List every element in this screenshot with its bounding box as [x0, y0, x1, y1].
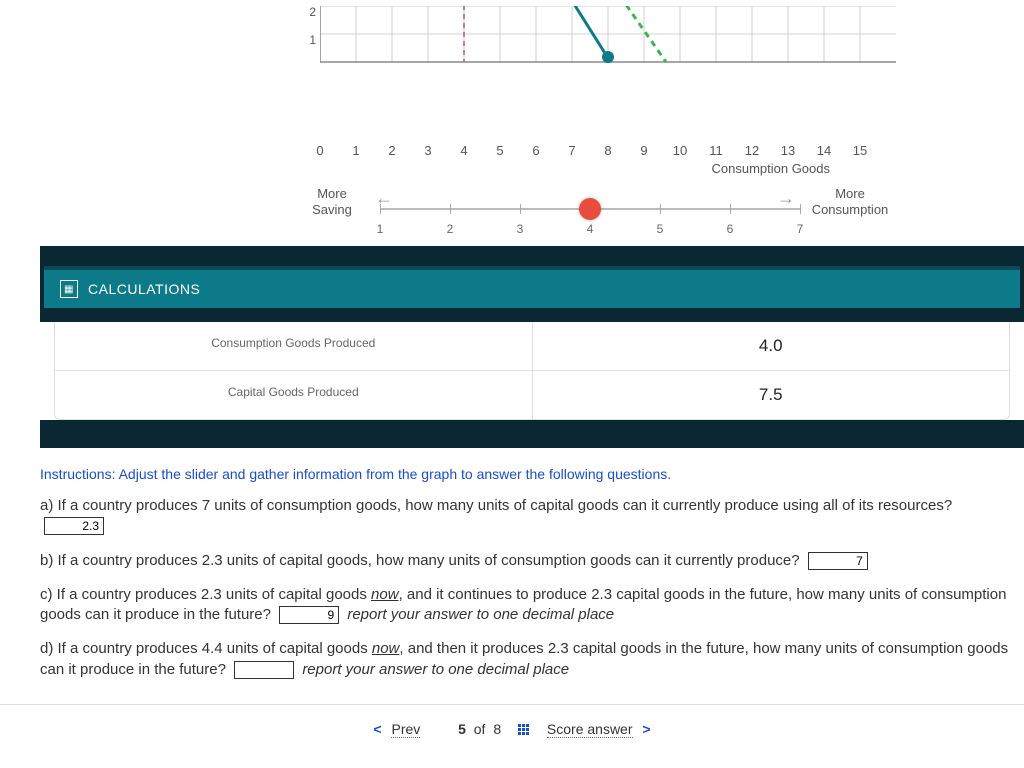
x-axis-ticks: 0 1 2 3 4 5 6 7 8 9 10 11 12 13 14 15 — [302, 143, 878, 158]
calculations-title: CALCULATIONS — [88, 281, 200, 297]
x-tick: 7 — [554, 143, 590, 158]
slider-thumb[interactable] — [579, 198, 601, 220]
x-tick: 2 — [374, 143, 410, 158]
x-tick: 15 — [842, 143, 878, 158]
y-tick: 1 — [302, 34, 316, 62]
x-tick: 1 — [338, 143, 374, 158]
x-tick: 8 — [590, 143, 626, 158]
arrow-right-icon: → — [777, 188, 795, 209]
slider-tick-label: 3 — [517, 222, 524, 236]
now-underline: now — [372, 640, 400, 657]
chevron-right-icon[interactable]: > — [636, 721, 656, 737]
x-axis-label: Consumption Goods — [711, 161, 830, 176]
table-row: Capital Goods Produced 7.5 — [55, 371, 1009, 419]
footer-nav: < Prev 5 of 8 Score answer > — [0, 704, 1024, 753]
page-current: 5 — [458, 721, 466, 737]
x-tick: 5 — [482, 143, 518, 158]
question-d-note: report your answer to one decimal place — [302, 661, 569, 678]
calc-value: 4.0 — [533, 322, 1010, 370]
now-underline: now — [371, 586, 399, 603]
question-b-text: b) If a country produces 2.3 units of ca… — [40, 552, 800, 569]
calc-label: Capital Goods Produced — [55, 371, 533, 419]
chart-svg — [320, 6, 896, 96]
x-tick: 3 — [410, 143, 446, 158]
slider-left-label: MoreSaving — [302, 186, 362, 218]
y-axis-ticks: 2 1 — [302, 6, 316, 62]
slider-tick-label: 4 — [587, 222, 594, 236]
x-tick: 9 — [626, 143, 662, 158]
answer-input-d[interactable] — [234, 661, 294, 679]
table-row: Consumption Goods Produced 4.0 — [55, 322, 1009, 371]
x-tick: 11 — [698, 143, 734, 158]
calc-label: Consumption Goods Produced — [55, 322, 533, 370]
question-a: a) If a country produces 7 units of cons… — [40, 496, 1014, 537]
x-tick: 10 — [662, 143, 698, 158]
question-d: d) If a country produces 4.4 units of ca… — [40, 639, 1014, 680]
selected-point — [602, 51, 614, 63]
prev-link[interactable]: Prev — [391, 721, 420, 738]
question-c-text: c) If a country produces 2.3 units of ca… — [40, 586, 371, 603]
slider-tick-label: 2 — [447, 222, 454, 236]
x-tick: 14 — [806, 143, 842, 158]
answer-input-a[interactable] — [44, 517, 104, 535]
slider-track[interactable]: 1 2 3 4 5 6 7 — [380, 208, 800, 210]
answer-input-b[interactable] — [808, 552, 868, 570]
slider-tick-label: 5 — [657, 222, 664, 236]
slider-tick-label: 7 — [797, 222, 804, 236]
x-tick: 6 — [518, 143, 554, 158]
calc-value: 7.5 — [533, 371, 1010, 419]
calculations-table: Consumption Goods Produced 4.0 Capital G… — [54, 322, 1010, 420]
question-c-note: report your answer to one decimal place — [347, 606, 614, 623]
x-tick: 4 — [446, 143, 482, 158]
question-d-text: d) If a country produces 4.4 units of ca… — [40, 640, 372, 657]
saving-consumption-slider[interactable]: MoreSaving ← 1 2 3 4 5 6 7 → MoreConsump… — [320, 186, 860, 246]
slider-tick-label: 6 — [727, 222, 734, 236]
ppf-chart[interactable]: 2 1 0 — [320, 6, 860, 136]
grid-icon[interactable] — [517, 723, 531, 737]
page-total: 8 — [493, 721, 501, 737]
slider-right-label: MoreConsumption — [800, 186, 900, 218]
chevron-left-icon[interactable]: < — [367, 721, 387, 737]
answer-input-c[interactable] — [279, 606, 339, 624]
calculator-icon: ▦ — [60, 280, 78, 298]
slider-tick-label: 1 — [377, 222, 384, 236]
question-c: c) If a country produces 2.3 units of ca… — [40, 585, 1014, 626]
question-b: b) If a country produces 2.3 units of ca… — [40, 551, 1014, 571]
y-tick: 2 — [302, 6, 316, 34]
question-a-text: a) If a country produces 7 units of cons… — [40, 497, 952, 514]
score-answer-link[interactable]: Score answer — [547, 721, 633, 738]
current-ppf — [569, 6, 608, 58]
x-tick: 0 — [302, 143, 338, 158]
calculations-header: ▦ CALCULATIONS — [44, 266, 1020, 308]
graph-area: 2 1 0 — [100, 6, 1024, 246]
x-tick: 13 — [770, 143, 806, 158]
page-of: of — [470, 721, 490, 737]
arrow-left-icon: ← — [375, 188, 393, 209]
instructions-text: Instructions: Adjust the slider and gath… — [40, 466, 1014, 482]
interactive-panel: 2 1 0 — [40, 0, 1024, 448]
x-tick: 12 — [734, 143, 770, 158]
